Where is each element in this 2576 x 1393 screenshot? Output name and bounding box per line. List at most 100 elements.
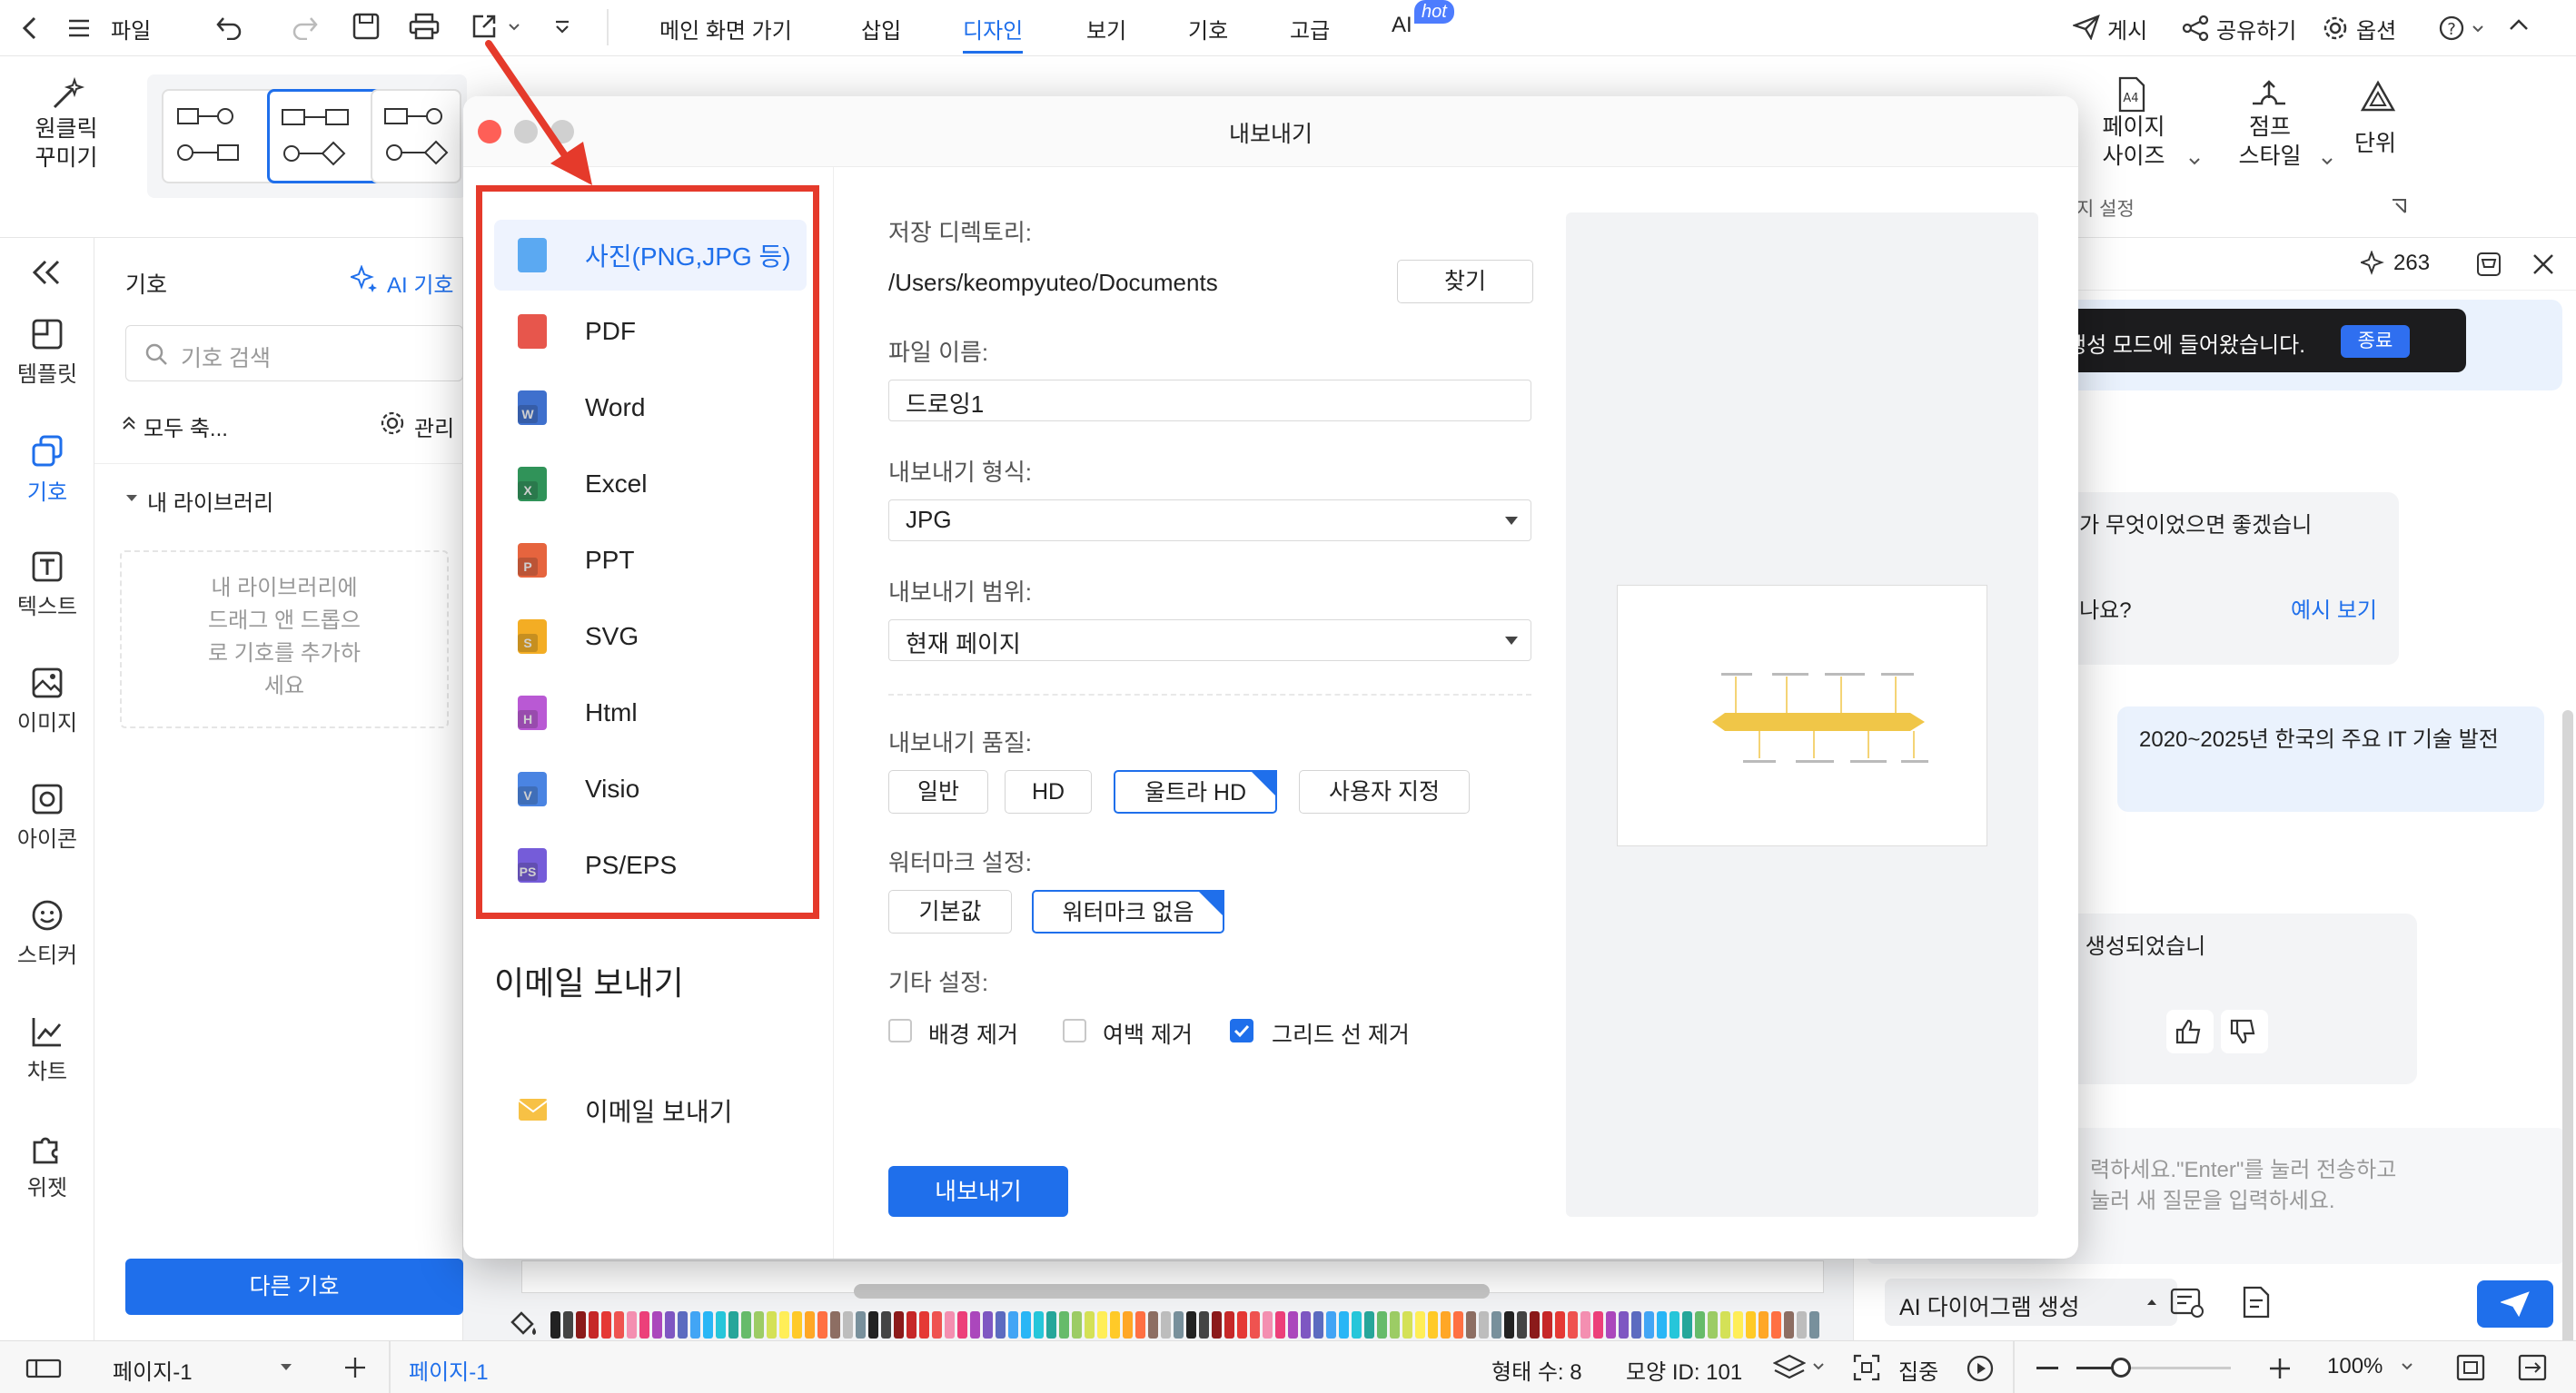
color-swatch[interactable] <box>1555 1311 1565 1339</box>
caret-down-icon[interactable] <box>280 1363 292 1372</box>
gear-icon[interactable] <box>2322 15 2349 42</box>
menu-icon[interactable] <box>67 18 91 38</box>
color-swatch[interactable] <box>830 1311 840 1339</box>
menu-view[interactable]: 보기 <box>1086 13 1126 44</box>
focus-icon[interactable] <box>1853 1354 1880 1381</box>
remove-grid-checkbox[interactable] <box>1230 1019 1253 1042</box>
color-swatch[interactable] <box>996 1311 1006 1339</box>
color-swatch[interactable] <box>1530 1311 1540 1339</box>
my-library-header[interactable]: 내 라이브러리 <box>147 485 273 517</box>
watermark-default-button[interactable]: 기본값 <box>888 890 1012 934</box>
color-swatch[interactable] <box>1797 1311 1807 1339</box>
color-swatch[interactable] <box>754 1311 764 1339</box>
color-swatch[interactable] <box>589 1311 599 1339</box>
rail-symbol[interactable]: 기호 <box>0 434 94 506</box>
color-swatch[interactable] <box>678 1311 688 1339</box>
color-swatch[interactable] <box>1517 1311 1527 1339</box>
color-swatch[interactable] <box>1161 1311 1171 1339</box>
cart-icon[interactable] <box>2475 251 2502 278</box>
unit-button[interactable]: 단위 <box>2354 125 2396 158</box>
share-button[interactable]: 공유하기 <box>2216 13 2296 44</box>
print-icon[interactable] <box>409 13 440 40</box>
color-swatch[interactable] <box>856 1311 866 1339</box>
rail-sticker[interactable]: 스티커 <box>0 899 94 969</box>
color-swatch[interactable] <box>1568 1311 1578 1339</box>
page-size-button[interactable]: 페이지 사이즈 <box>2093 113 2175 171</box>
color-palette[interactable] <box>550 1311 1822 1339</box>
color-swatch[interactable] <box>703 1311 713 1339</box>
thumbs-down-button[interactable] <box>2221 1010 2268 1053</box>
color-swatch[interactable] <box>1593 1311 1603 1339</box>
color-swatch[interactable] <box>1669 1311 1679 1339</box>
page-size-icon[interactable]: A4 <box>2116 76 2147 113</box>
color-swatch[interactable] <box>1199 1311 1209 1339</box>
color-swatch[interactable] <box>957 1311 967 1339</box>
zoom-slider-thumb[interactable] <box>2111 1358 2131 1378</box>
color-swatch[interactable] <box>1784 1311 1794 1339</box>
color-swatch[interactable] <box>970 1311 980 1339</box>
color-swatch[interactable] <box>1746 1311 1756 1339</box>
thumbs-up-button[interactable] <box>2166 1010 2214 1053</box>
color-swatch[interactable] <box>665 1311 675 1339</box>
menu-insert[interactable]: 삽입 <box>861 13 901 44</box>
chevron-down-icon[interactable] <box>2189 158 2200 165</box>
fit-page-icon[interactable] <box>2456 1354 2485 1381</box>
search-input[interactable]: 기호 검색 <box>181 341 271 373</box>
horizontal-scrollbar[interactable] <box>854 1284 1490 1299</box>
color-swatch[interactable] <box>716 1311 726 1339</box>
rail-widget[interactable]: 위젯 <box>0 1131 94 1201</box>
format-icon[interactable] <box>2170 1288 2206 1319</box>
color-swatch[interactable] <box>1174 1311 1184 1339</box>
color-swatch[interactable] <box>868 1311 878 1339</box>
color-swatch[interactable] <box>1695 1311 1705 1339</box>
color-swatch[interactable] <box>627 1311 637 1339</box>
color-swatch[interactable] <box>881 1311 891 1339</box>
rail-image[interactable]: 이미지 <box>0 667 94 736</box>
manage-button[interactable]: 관리 <box>414 410 454 442</box>
color-swatch[interactable] <box>1504 1311 1514 1339</box>
color-swatch[interactable] <box>1733 1311 1743 1339</box>
document-icon[interactable] <box>2241 1286 2272 1319</box>
color-swatch[interactable] <box>907 1311 916 1339</box>
menu-symbol[interactable]: 기호 <box>1188 13 1228 44</box>
jump-style-icon[interactable] <box>2251 80 2287 107</box>
color-swatch[interactable] <box>563 1311 573 1339</box>
collapse-all-icon[interactable] <box>122 416 136 430</box>
add-page-icon[interactable] <box>343 1356 367 1379</box>
color-swatch[interactable] <box>945 1311 955 1339</box>
quality-custom-button[interactable]: 사용자 지정 <box>1299 770 1470 814</box>
color-swatch[interactable] <box>1212 1311 1222 1339</box>
color-swatch[interactable] <box>1021 1311 1031 1339</box>
color-swatch[interactable] <box>1250 1311 1260 1339</box>
ai-diagram-generate-dropdown[interactable]: AI 다이어그램 생성 <box>1885 1279 2177 1326</box>
color-swatch[interactable] <box>601 1311 611 1339</box>
send-button[interactable] <box>2477 1280 2553 1328</box>
color-swatch[interactable] <box>1288 1311 1298 1339</box>
color-swatch[interactable] <box>843 1311 853 1339</box>
chevron-down-icon[interactable] <box>1813 1363 1824 1370</box>
fill-bucket-icon[interactable] <box>509 1309 541 1339</box>
color-swatch[interactable] <box>1364 1311 1374 1339</box>
filename-input[interactable]: 드로잉1 <box>888 380 1531 421</box>
color-swatch[interactable] <box>1466 1311 1476 1339</box>
color-swatch[interactable] <box>1809 1311 1819 1339</box>
color-swatch[interactable] <box>1390 1311 1400 1339</box>
color-swatch[interactable] <box>1110 1311 1120 1339</box>
magic-wand-icon[interactable] <box>49 76 85 113</box>
color-swatch[interactable] <box>1339 1311 1349 1339</box>
unit-icon[interactable] <box>2360 80 2396 113</box>
color-swatch[interactable] <box>1186 1311 1196 1339</box>
redo-icon[interactable] <box>292 15 318 40</box>
layers-icon[interactable] <box>1773 1354 1806 1381</box>
caret-down-icon[interactable] <box>125 494 138 503</box>
color-swatch[interactable] <box>1453 1311 1463 1339</box>
color-swatch[interactable] <box>1237 1311 1247 1339</box>
back-icon[interactable] <box>20 16 40 40</box>
symbol-search-box[interactable]: 기호 검색 <box>125 325 463 381</box>
library-drop-zone[interactable]: 내 라이브러리에 드래그 앤 드롭으 로 기호를 추가하 세요 <box>120 550 449 728</box>
color-swatch[interactable] <box>1479 1311 1489 1339</box>
menu-design[interactable]: 디자인 <box>963 13 1024 54</box>
color-swatch[interactable] <box>779 1311 789 1339</box>
style-thumbnail-3[interactable] <box>371 89 461 183</box>
toast-exit-button[interactable]: 종료 <box>2341 325 2410 358</box>
